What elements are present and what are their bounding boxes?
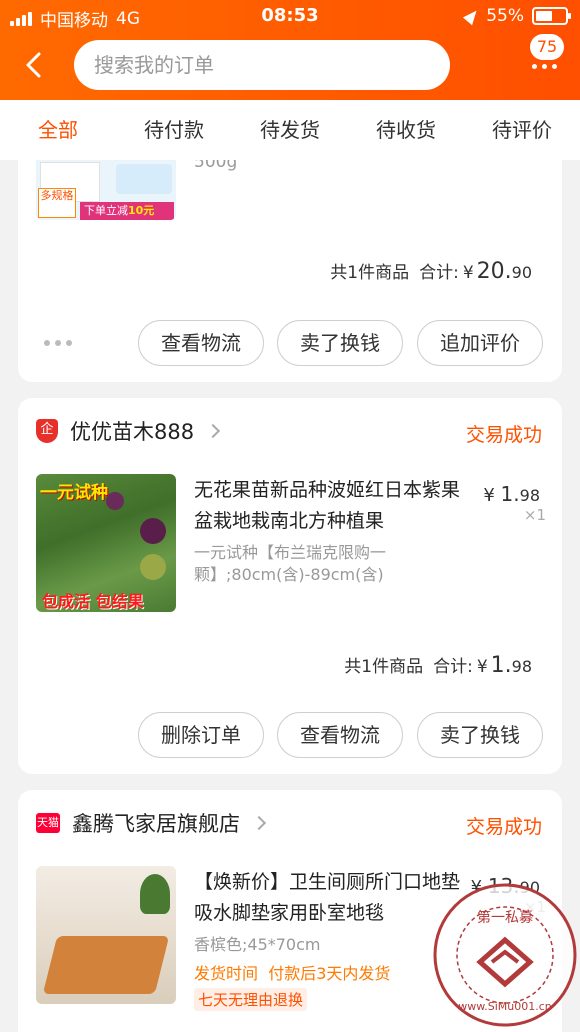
order-summary: 共1件商品 合计: ¥ 20. 90: [330, 258, 532, 284]
total-decimal: 98: [511, 657, 532, 676]
tab-to-pay[interactable]: 待付款: [116, 100, 232, 160]
more-options-icon[interactable]: [44, 340, 72, 346]
image-tag-discount: 下单立减10元: [80, 202, 174, 220]
chevron-right-icon: [251, 815, 267, 831]
shipping-label: 发货时间: [194, 964, 259, 983]
battery-percent: 55%: [486, 6, 524, 26]
image-tag-discount-text: 下单立减: [84, 204, 128, 217]
order-tabs: 全部 待付款 待发货 待收货 待评价: [0, 100, 580, 160]
shop-header[interactable]: 企 优优苗木888: [36, 416, 221, 446]
add-review-button[interactable]: 追加评价: [417, 320, 543, 366]
product-image[interactable]: 多规格 下单立减10元: [36, 160, 176, 220]
total-integer: 20.: [476, 259, 512, 284]
image-tag-spec: 多规格: [38, 188, 76, 218]
order-summary: 共1件商品 合计: ¥ 1. 98: [344, 652, 532, 678]
total-decimal: 90: [511, 263, 532, 282]
product-image-pack: [116, 164, 172, 194]
product-sku: 一元试种【布兰瑞克限购一颗】;80cm(含)-89cm(含): [194, 543, 387, 584]
fig-fruit-3: [140, 554, 166, 580]
image-bottom-text: 包成活 包结果: [42, 592, 144, 611]
image-top-text: 一元试种: [40, 483, 108, 503]
status-bar: 中国移动 4G 08:53 55%: [0, 0, 580, 34]
total-label: 合计:: [433, 657, 473, 677]
message-count-badge: 75: [530, 34, 564, 60]
tab-to-receive[interactable]: 待收货: [348, 100, 464, 160]
quantity: ×1: [523, 506, 546, 524]
search-input[interactable]: 搜索我的订单: [74, 40, 450, 90]
unit-price-decimal: 98: [519, 486, 540, 505]
order-status: 交易成功: [465, 816, 542, 838]
order-card-1: 多规格 下单立减10元 500g 共1件商品 合计: ¥ 20. 90 查看物流…: [18, 160, 562, 382]
shop-name: 优优苗木888: [70, 420, 195, 444]
shop-header[interactable]: 天猫 鑫腾飞家居旗舰店: [36, 808, 267, 838]
total-integer: 1.: [490, 653, 512, 678]
tmall-icon: 天猫: [36, 813, 60, 833]
order-total: 合计: ¥ 20. 90: [419, 258, 532, 284]
location-icon: [463, 6, 482, 26]
item-count: 共1件商品: [344, 657, 424, 677]
currency-symbol: ¥: [462, 263, 474, 283]
product-image[interactable]: [36, 866, 176, 1004]
shipping-value: 付款后3天内发货: [268, 964, 391, 983]
tab-to-review[interactable]: 待评价: [464, 100, 580, 160]
top-header: 中国移动 4G 08:53 55% 搜索我的订单 75: [0, 0, 580, 100]
view-logistics-button[interactable]: 查看物流: [138, 320, 264, 366]
product-title[interactable]: 无花果苗新品种波姬红日本紫果盆栽地栽南北方种植果: [194, 475, 474, 537]
plant-shape: [140, 874, 170, 914]
view-logistics-button[interactable]: 查看物流: [277, 712, 403, 758]
fig-fruit-2: [140, 518, 166, 544]
simu-watermark-logo: 第一私募 www.SiMu001.cn: [433, 883, 577, 1027]
resell-button[interactable]: 卖了换钱: [417, 712, 543, 758]
currency-symbol: ¥: [476, 657, 488, 677]
back-arrow-icon[interactable]: [22, 52, 48, 78]
watermark-url: www.SiMu001.cn: [458, 1000, 552, 1013]
order-total: 合计: ¥ 1. 98: [433, 652, 532, 678]
mat-shape: [42, 936, 170, 994]
return-policy-tag: 七天无理由退换: [194, 988, 308, 1011]
status-right: 55%: [463, 6, 571, 26]
battery-icon: [532, 7, 571, 25]
resell-button[interactable]: 卖了换钱: [277, 320, 403, 366]
order-card-2: 企 优优苗木888 交易成功 一元试种 包成活 包结果 无花果苗新品种波姬红日本…: [18, 398, 562, 774]
unit-price: ¥ 1.98: [483, 482, 540, 506]
shipping-info: 发货时间 付款后3天内发货: [194, 960, 390, 984]
order-status: 交易成功: [465, 424, 542, 446]
shop-name: 鑫腾飞家居旗舰店: [72, 812, 240, 836]
tab-all[interactable]: 全部: [0, 100, 116, 160]
tab-to-ship[interactable]: 待发货: [232, 100, 348, 160]
shop-shield-icon: 企: [36, 419, 58, 443]
watermark-text: 第一私募: [477, 909, 533, 926]
item-count: 共1件商品: [330, 263, 410, 283]
unit-price-integer: 1.: [500, 482, 520, 506]
product-image[interactable]: 一元试种 包成活 包结果: [36, 474, 176, 612]
more-dots-icon: [532, 64, 557, 69]
fig-fruit-1: [106, 492, 124, 510]
image-tag-discount-amount: 10元: [128, 204, 155, 217]
product-sku: 500g: [194, 160, 238, 172]
unit-currency: ¥: [483, 485, 495, 506]
delete-order-button[interactable]: 删除订单: [138, 712, 264, 758]
more-menu-button[interactable]: 75: [528, 34, 568, 74]
total-label: 合计:: [419, 263, 459, 283]
chevron-right-icon: [206, 423, 221, 439]
